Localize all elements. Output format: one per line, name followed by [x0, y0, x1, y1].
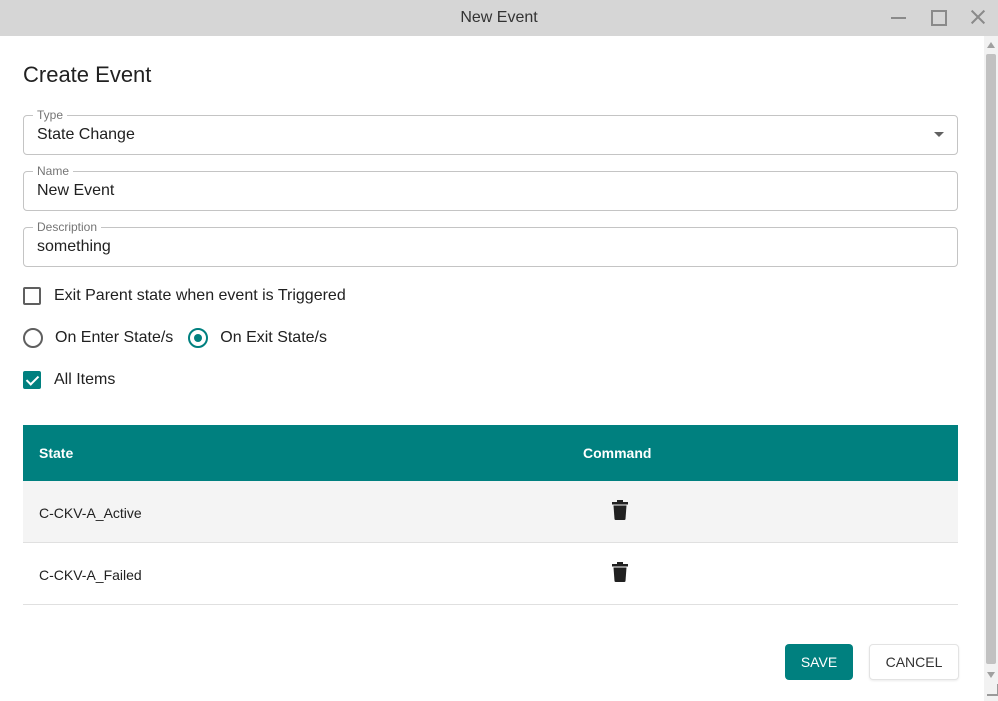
radio-on-enter-button[interactable] — [23, 328, 43, 348]
all-items-checkbox[interactable] — [23, 371, 41, 389]
save-button[interactable]: SAVE — [785, 644, 853, 680]
table-row: C-CKV-A_Active — [23, 481, 958, 543]
resize-grip-icon[interactable] — [987, 684, 998, 696]
name-label: Name — [33, 164, 74, 178]
radio-on-exit-button[interactable] — [188, 328, 209, 348]
dropdown-arrow-icon[interactable] — [934, 132, 944, 137]
name-input[interactable] — [37, 182, 917, 200]
maximize-icon[interactable] — [929, 8, 949, 28]
state-cell: C-CKV-A_Active — [39, 505, 142, 521]
trash-icon[interactable] — [612, 500, 628, 520]
radio-on-exit[interactable]: On Exit State/s — [188, 328, 327, 348]
window-title: New Event — [460, 9, 538, 26]
table-header: State Command — [23, 425, 958, 481]
states-table: State Command C-CKV-A_Active C-CKV-A_Fai… — [23, 425, 958, 605]
scroll-thumb[interactable] — [986, 54, 996, 664]
close-icon[interactable] — [968, 8, 988, 28]
type-value: State Change — [37, 126, 135, 143]
type-label: Type — [33, 108, 68, 122]
exit-parent-checkbox[interactable] — [23, 287, 41, 305]
page-title: Create Event — [23, 62, 152, 87]
exit-parent-label: Exit Parent state when event is Triggere… — [54, 287, 346, 304]
radio-on-exit-label: On Exit State/s — [220, 329, 327, 346]
scroll-up-arrow-icon[interactable] — [987, 42, 995, 48]
trash-icon[interactable] — [612, 562, 628, 582]
description-label: Description — [33, 220, 102, 234]
trigger-radio-group: On Enter State/s On Exit State/s — [23, 326, 342, 350]
column-header-command: Command — [583, 445, 652, 461]
table-row: C-CKV-A_Failed — [23, 543, 958, 605]
radio-on-enter[interactable]: On Enter State/s — [23, 328, 173, 348]
column-header-state: State — [39, 445, 74, 461]
exit-parent-option[interactable]: Exit Parent state when event is Triggere… — [23, 284, 346, 308]
type-select[interactable]: Type State Change — [23, 108, 958, 155]
name-field[interactable]: Name — [23, 164, 958, 211]
cancel-button[interactable]: CANCEL — [869, 644, 959, 680]
state-cell: C-CKV-A_Failed — [39, 567, 142, 583]
minimize-icon[interactable] — [889, 8, 909, 28]
scroll-down-arrow-icon[interactable] — [987, 672, 995, 678]
all-items-label: All Items — [54, 371, 116, 388]
title-bar: New Event — [0, 0, 998, 36]
vertical-scrollbar[interactable] — [984, 36, 998, 701]
description-input[interactable] — [37, 238, 917, 256]
radio-on-enter-label: On Enter State/s — [55, 329, 174, 346]
all-items-option[interactable]: All Items — [23, 368, 115, 392]
description-field[interactable]: Description — [23, 220, 958, 267]
